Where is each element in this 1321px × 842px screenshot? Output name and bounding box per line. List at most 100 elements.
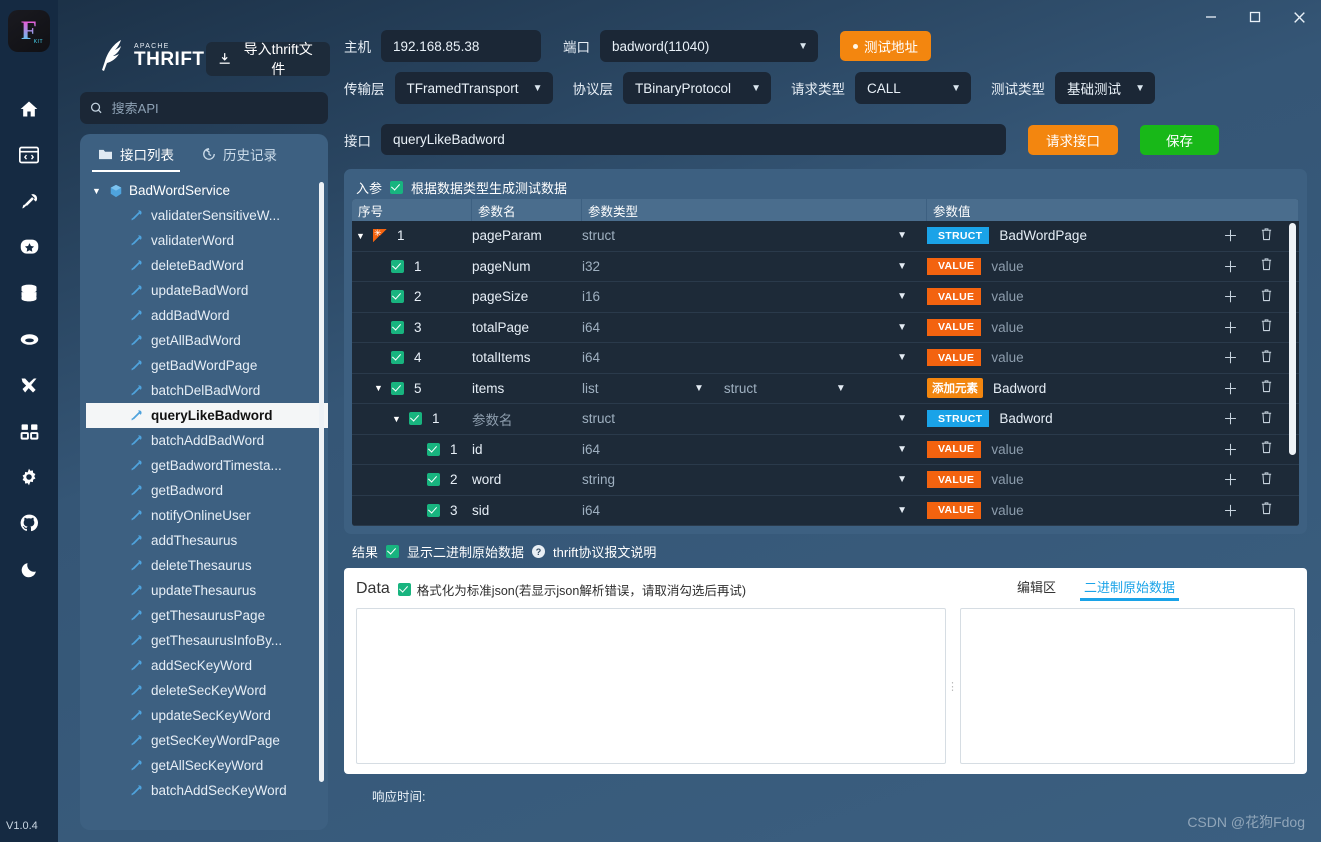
row-param-value[interactable]: value [991, 503, 1023, 518]
row-param-name[interactable]: totalItems [472, 350, 582, 365]
plug-icon[interactable] [17, 189, 41, 213]
sidebar-item-batchaddseckeyword[interactable]: batchAddSecKeyWord [86, 778, 328, 803]
api-list-scrollbar[interactable] [319, 182, 324, 782]
tools-icon[interactable] [17, 373, 41, 397]
maximize-button[interactable] [1233, 0, 1277, 34]
plus-icon[interactable]: ＋ [1223, 378, 1238, 399]
test-address-button[interactable]: 测试地址 [840, 31, 931, 61]
trash-icon[interactable] [1260, 288, 1273, 306]
row-param-name[interactable]: word [472, 472, 582, 487]
minimize-button[interactable] [1189, 0, 1233, 34]
trash-icon[interactable] [1260, 318, 1273, 336]
github-icon[interactable] [17, 511, 41, 535]
chevron-down-icon[interactable]: ▼ [374, 383, 385, 393]
sidebar-item-updatebadword[interactable]: updateBadWord [86, 278, 328, 303]
moon-icon[interactable] [17, 557, 41, 581]
add-element-button[interactable]: 添加元素 [927, 378, 983, 399]
home-icon[interactable] [17, 97, 41, 121]
row-param-name[interactable]: items [472, 381, 582, 396]
capsule-icon[interactable] [17, 327, 41, 351]
chevron-down-icon[interactable]: ▼ [897, 413, 907, 424]
row-checkbox[interactable] [391, 351, 404, 365]
plus-icon[interactable]: ＋ [1223, 500, 1238, 521]
trash-icon[interactable] [1260, 257, 1273, 275]
sidebar-item-getthesauruspage[interactable]: getThesaurusPage [86, 603, 328, 628]
row-checkbox[interactable] [391, 290, 404, 304]
chevron-down-icon[interactable]: ▼ [897, 474, 907, 485]
trash-icon[interactable] [1260, 227, 1273, 245]
plus-icon[interactable]: ＋ [1223, 347, 1238, 368]
gear-icon[interactable] [17, 465, 41, 489]
interface-input[interactable] [381, 124, 1006, 155]
trash-icon[interactable] [1260, 501, 1273, 519]
editor-textarea[interactable] [356, 608, 946, 764]
sidebar-item-getallseckeyword[interactable]: getAllSecKeyWord [86, 753, 328, 778]
trash-icon[interactable] [1260, 440, 1273, 458]
row-param-value[interactable]: Badword [993, 381, 1046, 396]
plus-icon[interactable]: ＋ [1223, 225, 1238, 246]
row-param-name[interactable]: pageNum [472, 259, 582, 274]
save-button[interactable]: 保存 [1140, 124, 1219, 155]
row-param-value[interactable]: value [991, 289, 1023, 304]
row-param-name[interactable]: pageSize [472, 289, 582, 304]
row-checkbox[interactable] [391, 259, 404, 273]
search-box[interactable] [80, 92, 328, 124]
sidebar-item-validaterword[interactable]: validaterWord [86, 228, 328, 253]
generate-test-data-checkbox[interactable] [390, 180, 404, 194]
sidebar-item-getthesaurusinfoby[interactable]: getThesaurusInfoBy... [86, 628, 328, 653]
sidebar-item-addseckeyword[interactable]: addSecKeyWord [86, 653, 328, 678]
sidebar-item-batchdelbadword[interactable]: batchDelBadWord [86, 378, 328, 403]
show-binary-checkbox[interactable] [386, 545, 400, 558]
trash-icon[interactable] [1260, 379, 1273, 397]
row-param-value[interactable]: value [991, 350, 1023, 365]
chevron-down-icon[interactable]: ▼ [897, 505, 907, 516]
tab-history[interactable]: 历史记录 [188, 134, 291, 174]
type-select-1[interactable]: list ▼ [582, 381, 724, 396]
port-select[interactable]: badword(11040) ▼ [600, 30, 818, 62]
panel-resize-handle[interactable]: ⋮ [946, 608, 960, 764]
type-select-2[interactable]: struct ▼ [724, 381, 866, 396]
sidebar-item-getseckeywordpage[interactable]: getSecKeyWordPage [86, 728, 328, 753]
row-checkbox[interactable] [409, 412, 422, 426]
sidebar-item-getbadword[interactable]: getBadword [86, 478, 328, 503]
star-badge-icon[interactable] [17, 235, 41, 259]
tab-interface-list[interactable]: 接口列表 [84, 134, 188, 174]
chevron-down-icon[interactable]: ▼ [897, 291, 907, 302]
chevron-down-icon[interactable]: ▼ [897, 322, 907, 333]
request-type-select[interactable]: CALL ▼ [855, 72, 971, 104]
sidebar-item-updatethesaurus[interactable]: updateThesaurus [86, 578, 328, 603]
sidebar-item-getbadwordpage[interactable]: getBadWordPage [86, 353, 328, 378]
code-window-icon[interactable] [17, 143, 41, 167]
row-checkbox[interactable] [427, 442, 440, 456]
row-param-value[interactable]: value [991, 320, 1023, 335]
params-table-scrollbar[interactable] [1289, 223, 1296, 455]
trash-icon[interactable] [1260, 410, 1273, 428]
chevron-down-icon[interactable]: ▼ [897, 261, 907, 272]
chevron-down-icon[interactable]: ▼ [356, 231, 367, 241]
sidebar-item-deleteseckeyword[interactable]: deleteSecKeyWord [86, 678, 328, 703]
thrift-protocol-help-link[interactable]: thrift协议报文说明 [553, 542, 656, 561]
sidebar-item-notifyonlineuser[interactable]: notifyOnlineUser [86, 503, 328, 528]
row-checkbox[interactable] [391, 381, 404, 395]
sidebar-item-getbadwordtimesta[interactable]: getBadwordTimesta... [86, 453, 328, 478]
chevron-down-icon[interactable]: ▼ [897, 230, 907, 241]
chevron-down-icon[interactable]: ▼ [392, 414, 403, 424]
plus-icon[interactable]: ＋ [1223, 317, 1238, 338]
sidebar-item-deletethesaurus[interactable]: deleteThesaurus [86, 553, 328, 578]
plus-icon[interactable]: ＋ [1223, 469, 1238, 490]
database-icon[interactable] [17, 281, 41, 305]
row-param-value[interactable]: value [991, 442, 1023, 457]
trash-icon[interactable] [1260, 471, 1273, 489]
row-param-name[interactable]: id [472, 442, 582, 457]
tree-root-badwordservice[interactable]: ▼ BadWordService [86, 178, 328, 203]
row-checkbox[interactable] [427, 503, 440, 517]
sidebar-item-batchaddbadword[interactable]: batchAddBadWord [86, 428, 328, 453]
row-checkbox[interactable] [427, 473, 440, 487]
close-button[interactable] [1277, 0, 1321, 34]
protocol-select[interactable]: TBinaryProtocol ▼ [623, 72, 771, 104]
plus-icon[interactable]: ＋ [1223, 439, 1238, 460]
chevron-down-icon[interactable]: ▼ [897, 352, 907, 363]
import-thrift-button[interactable]: 导入thrift文件 [206, 41, 330, 77]
sidebar-item-validatersensitivew[interactable]: validaterSensitiveW... [86, 203, 328, 228]
chevron-down-icon[interactable]: ▼ [897, 444, 907, 455]
